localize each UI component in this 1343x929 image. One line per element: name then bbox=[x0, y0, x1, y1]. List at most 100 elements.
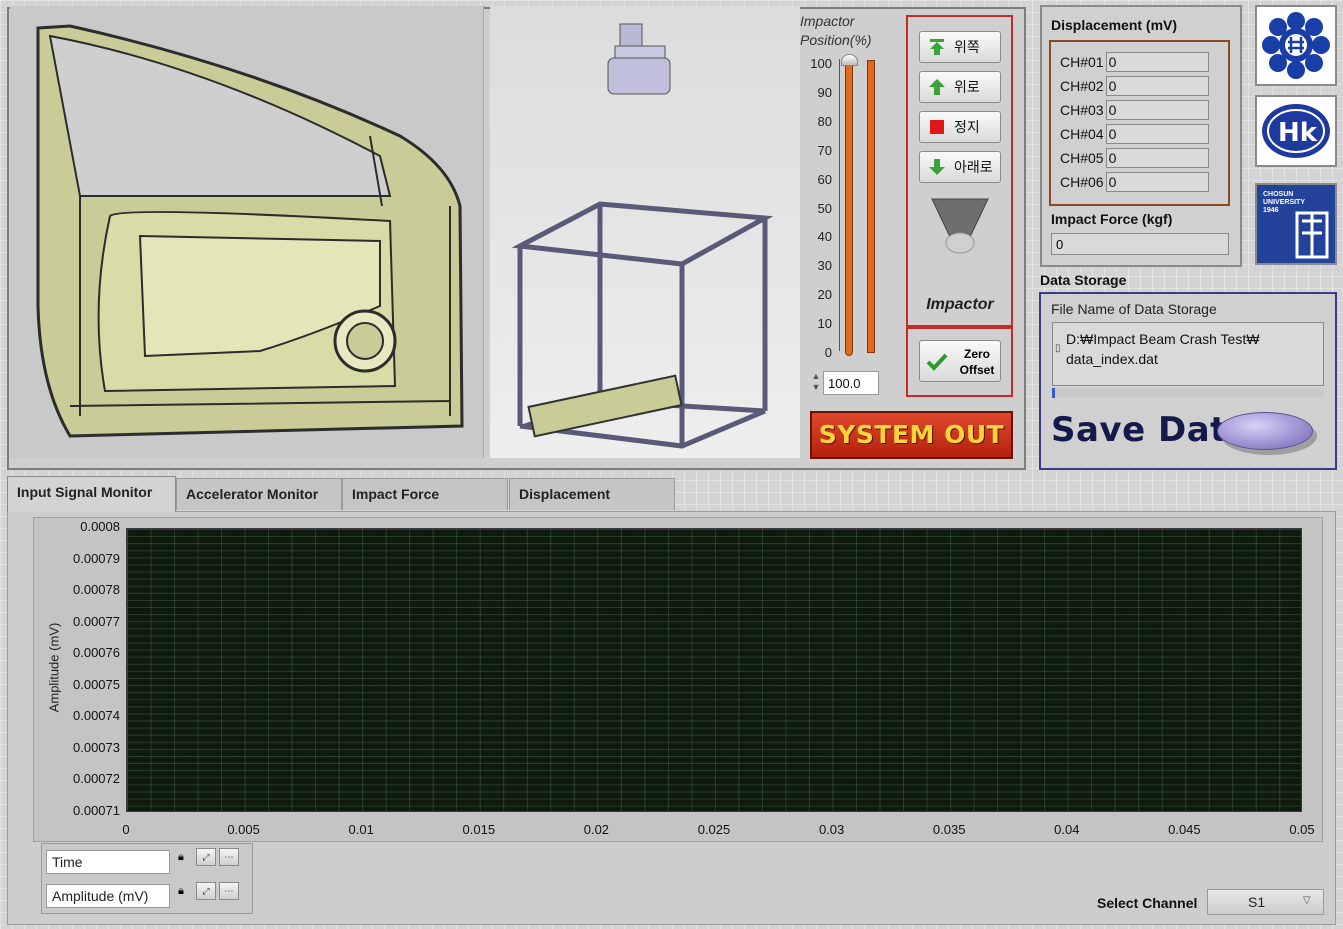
channel-label: CH#04 bbox=[1060, 126, 1104, 142]
move-up-label: 위로 bbox=[954, 79, 980, 95]
x-tick-label: 0.035 bbox=[932, 822, 966, 837]
channel-label: CH#02 bbox=[1060, 78, 1104, 94]
y-tick-label: 0.00075 bbox=[73, 676, 120, 692]
data-storage-title: Data Storage bbox=[1040, 272, 1127, 288]
channel-row: CH#03 0 bbox=[1060, 100, 1209, 120]
tab-impact-force[interactable]: Impact Force bbox=[342, 478, 508, 510]
file-path-input[interactable]: ▯ D:₩Impact Beam Crash Test₩ data_index.… bbox=[1052, 322, 1324, 386]
displacement-title: Displacement (mV) bbox=[1051, 17, 1178, 33]
university-emblem-logo bbox=[1255, 5, 1337, 86]
channel-value: 0 bbox=[1105, 148, 1209, 168]
y-tick-label: 0.0008 bbox=[80, 519, 120, 534]
x-tick-label: 0.005 bbox=[227, 822, 260, 837]
x-tick-label: 0.01 bbox=[348, 822, 374, 837]
slider-scale bbox=[832, 59, 840, 351]
select-channel-label: Select Channel bbox=[1097, 895, 1198, 911]
slider-tick-label: 70 bbox=[817, 142, 832, 158]
channel-row: CH#01 0 bbox=[1060, 52, 1209, 72]
y-tick-label: 0.00074 bbox=[73, 708, 120, 724]
chosun-logo-text: CHOSUN UNIVERSITY 1946 bbox=[1263, 191, 1305, 214]
arrow-up-icon bbox=[929, 79, 945, 95]
y-tick-label: 0.00071 bbox=[73, 803, 120, 818]
slider-knob[interactable] bbox=[841, 54, 858, 66]
x-tick-label: 0.025 bbox=[697, 822, 731, 837]
move-top-button[interactable]: 위쪽 bbox=[919, 31, 1001, 63]
svg-text:Hk: Hk bbox=[1278, 118, 1318, 148]
plot-area[interactable] bbox=[126, 528, 1302, 812]
y-format-icon[interactable]: ⋯ bbox=[219, 882, 239, 900]
arrow-down-icon bbox=[929, 159, 945, 175]
chosun-university-logo: CHOSUN UNIVERSITY 1946 bbox=[1255, 183, 1337, 265]
slider-tick-label: 20 bbox=[817, 287, 832, 303]
y-scale-name[interactable]: Amplitude (mV) bbox=[46, 884, 170, 908]
slider-tick-label: 40 bbox=[817, 229, 832, 245]
tab-displacement[interactable]: Displacement bbox=[509, 478, 675, 510]
x-lock-icon[interactable]: 🔒︎ bbox=[178, 851, 184, 864]
x-tick-label: 0.05 bbox=[1289, 822, 1315, 837]
x-scale-name[interactable]: Time bbox=[46, 850, 170, 874]
y-autoscale-icon[interactable]: ⤢ bbox=[196, 882, 216, 900]
stop-icon bbox=[930, 120, 944, 134]
x-tick-label: 0.03 bbox=[818, 822, 845, 837]
tab-input-signal-monitor[interactable]: Input Signal Monitor bbox=[7, 476, 176, 512]
slider-tick-label: 100 bbox=[810, 56, 832, 71]
move-down-label: 아래로 bbox=[954, 159, 993, 175]
browse-icon[interactable]: ▯ bbox=[1055, 339, 1061, 359]
position-value-input[interactable]: 100.0 bbox=[823, 371, 879, 395]
stop-label: 정지 bbox=[954, 119, 980, 135]
impactor-weight bbox=[607, 23, 671, 95]
channel-value: 0 bbox=[1105, 172, 1209, 192]
impactor-position-slider[interactable] bbox=[845, 56, 853, 356]
system-out-button[interactable]: SYSTEM OUT bbox=[810, 411, 1013, 459]
channel-value: 0 bbox=[1105, 100, 1209, 120]
slider-tick-label: 10 bbox=[817, 316, 832, 332]
slider-tick-label: 80 bbox=[817, 113, 832, 129]
x-tick-label: 0.02 bbox=[583, 822, 610, 837]
move-down-button[interactable]: 아래로 bbox=[919, 151, 1001, 183]
impact-force-value: 0 bbox=[1051, 233, 1229, 255]
channel-label: CH#06 bbox=[1060, 174, 1104, 190]
file-path-line1: D:₩Impact Beam Crash Test₩ bbox=[1066, 331, 1260, 347]
slider-level-bar bbox=[867, 60, 875, 353]
tab-accelerator-monitor[interactable]: Accelerator Monitor bbox=[176, 478, 342, 510]
channel-row: CH#05 0 bbox=[1060, 148, 1209, 168]
arrow-top-icon bbox=[930, 39, 944, 55]
zero-offset-button[interactable]: Zero Offset bbox=[919, 340, 1001, 382]
x-tick-label: 0.015 bbox=[462, 822, 496, 837]
checkmark-icon bbox=[926, 353, 948, 371]
x-autoscale-icon[interactable]: ⤢ bbox=[196, 848, 216, 866]
file-name-label: File Name of Data Storage bbox=[1051, 301, 1217, 317]
channel-row: CH#04 0 bbox=[1060, 124, 1209, 144]
channel-row: CH#02 0 bbox=[1060, 76, 1209, 96]
slider-tick-label: 30 bbox=[817, 258, 832, 274]
x-tick-label: 0.045 bbox=[1168, 822, 1201, 837]
slider-tick-label: 60 bbox=[817, 171, 832, 187]
impact-force-title: Impact Force (kgf) bbox=[1051, 211, 1173, 227]
move-top-label: 위쪽 bbox=[954, 39, 980, 55]
impactor-label: Impactor bbox=[926, 296, 994, 313]
zero-offset-label: Zero Offset bbox=[959, 347, 995, 377]
y-tick-label: 0.00072 bbox=[73, 771, 120, 787]
file-scrollbar[interactable] bbox=[1052, 388, 1324, 398]
move-up-button[interactable]: 위로 bbox=[919, 71, 1001, 103]
spinner-arrows-icon[interactable]: ▲ ▼ bbox=[810, 371, 822, 395]
y-tick-label: 0.00076 bbox=[73, 645, 120, 661]
slider-tick-label: 0 bbox=[824, 345, 832, 360]
channel-label: CH#03 bbox=[1060, 102, 1104, 118]
y-tick-label: 0.00073 bbox=[73, 739, 120, 755]
dropdown-arrow-icon[interactable]: ▽ bbox=[1303, 895, 1315, 907]
stop-button[interactable]: 정지 bbox=[919, 111, 1001, 143]
slider-tick-label: 90 bbox=[817, 84, 832, 100]
save-data-button[interactable] bbox=[1217, 412, 1313, 450]
channel-value: 0 bbox=[1105, 52, 1209, 72]
channel-label: CH#01 bbox=[1060, 54, 1104, 70]
test-frame-image bbox=[490, 6, 800, 458]
channel-value: 0 bbox=[1105, 124, 1209, 144]
file-path-line2: data_index.dat bbox=[1066, 351, 1158, 367]
y-lock-icon[interactable]: 🔒︎ bbox=[178, 885, 184, 898]
x-format-icon[interactable]: ⋯ bbox=[219, 848, 239, 866]
slider-title: Impactor Position(%) bbox=[800, 13, 872, 48]
slider-tick-label: 50 bbox=[817, 200, 832, 216]
channel-row: CH#06 0 bbox=[1060, 172, 1209, 192]
x-tick-label: 0 bbox=[122, 822, 130, 837]
